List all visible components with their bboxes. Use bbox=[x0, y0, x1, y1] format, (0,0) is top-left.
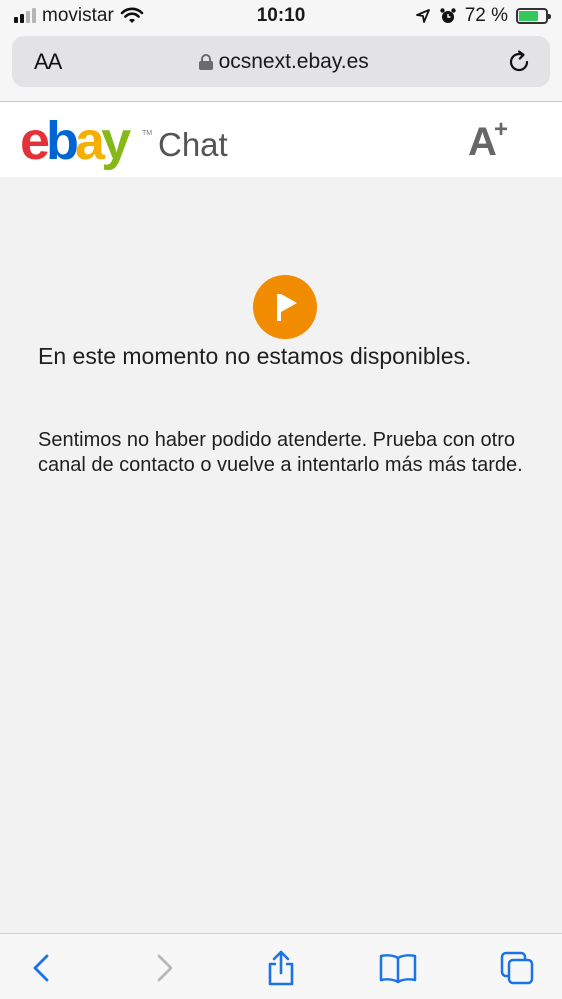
chat-header: ebay TM Chat A + bbox=[0, 102, 562, 177]
flag-status-icon bbox=[253, 275, 317, 339]
page-title: Chat bbox=[158, 126, 228, 163]
ebay-logo: ebay bbox=[20, 111, 131, 171]
tabs-icon bbox=[500, 951, 534, 985]
browser-address-area: AA ocsnext.ebay.es bbox=[0, 32, 562, 102]
battery-percent: 72 % bbox=[464, 5, 508, 26]
tabs-button[interactable] bbox=[497, 948, 537, 988]
unavailable-heading: En este momento no estamos disponibles. bbox=[38, 343, 472, 369]
bookmarks-button[interactable] bbox=[378, 948, 418, 988]
alarm-icon bbox=[439, 8, 456, 23]
unavailable-message: Sentimos no haber podido atenderte. Prue… bbox=[38, 429, 523, 476]
logo-trademark: TM bbox=[142, 130, 153, 137]
carrier-group: movistar bbox=[14, 5, 144, 27]
increase-font-button[interactable]: A + bbox=[468, 116, 512, 164]
location-arrow-icon bbox=[415, 9, 430, 23]
wifi-icon bbox=[120, 7, 144, 23]
book-icon bbox=[379, 954, 417, 984]
text-size-label: AA bbox=[34, 48, 62, 74]
url-text: ocsnext.ebay.es bbox=[218, 49, 369, 73]
chat-content: En este momento no estamos disponibles. … bbox=[0, 177, 562, 933]
lock-icon bbox=[198, 53, 213, 70]
chevron-right-icon bbox=[157, 954, 173, 982]
text-size-button[interactable]: AA bbox=[34, 48, 62, 75]
share-icon bbox=[268, 950, 294, 986]
forward-button[interactable] bbox=[144, 948, 184, 988]
signal-icon bbox=[14, 8, 36, 23]
url-display[interactable]: ocsnext.ebay.es bbox=[198, 49, 369, 74]
plus-icon: + bbox=[494, 116, 509, 143]
share-button[interactable] bbox=[261, 948, 301, 988]
carrier-name: movistar bbox=[42, 5, 114, 26]
status-bar: movistar 10:10 72 % bbox=[0, 0, 562, 32]
reload-icon[interactable] bbox=[506, 49, 532, 75]
back-button[interactable] bbox=[22, 948, 62, 988]
status-right-group: 72 % bbox=[415, 5, 551, 27]
font-size-a-icon: A bbox=[468, 120, 497, 164]
browser-toolbar bbox=[0, 933, 562, 999]
battery-fill bbox=[519, 11, 538, 21]
flag-icon bbox=[277, 294, 297, 321]
address-bar[interactable]: AA ocsnext.ebay.es bbox=[12, 36, 550, 87]
chevron-left-icon bbox=[33, 954, 49, 982]
battery-icon bbox=[516, 8, 551, 24]
